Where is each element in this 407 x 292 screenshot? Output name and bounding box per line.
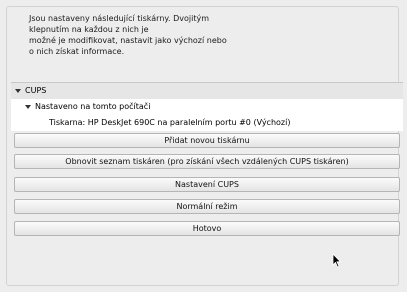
tree-item-printer-label: Tiskarna: HP DeskJet 690C na paralelním … bbox=[49, 118, 291, 127]
refresh-printers-button[interactable]: Obnovit seznam tiskáren (pro získání vše… bbox=[14, 154, 400, 169]
tree-item-cups-label: CUPS bbox=[25, 86, 47, 95]
printer-tree: CUPS Nastaveno na tomto počítači Tiskarn… bbox=[11, 82, 403, 131]
tree-item-local-label: Nastaveno na tomto počítači bbox=[35, 102, 151, 111]
add-printer-button[interactable]: Přidat novou tiskárnu bbox=[14, 133, 400, 148]
triangle-down-icon[interactable] bbox=[25, 104, 31, 109]
intro-line-2: klepnutím na každou z nich je bbox=[29, 25, 149, 34]
tree-item-cups[interactable]: CUPS bbox=[11, 83, 403, 99]
triangle-down-icon[interactable] bbox=[15, 88, 21, 93]
tree-item-printer[interactable]: Tiskarna: HP DeskJet 690C na paralelním … bbox=[11, 115, 403, 131]
intro-text: Jsou nastaveny následující tiskárny. Dvo… bbox=[29, 13, 279, 57]
cups-settings-button[interactable]: Nastavení CUPS bbox=[14, 177, 400, 192]
normal-mode-button[interactable]: Normální režim bbox=[14, 199, 400, 214]
tree-item-local[interactable]: Nastaveno na tomto počítači bbox=[11, 99, 403, 115]
done-button[interactable]: Hotovo bbox=[14, 221, 400, 236]
mouse-pointer-icon bbox=[332, 254, 342, 268]
intro-line-3: možné je modifikovat, nastavit jako vých… bbox=[29, 36, 227, 45]
intro-line-4: o nich získat informace. bbox=[29, 47, 125, 56]
intro-line-1: Jsou nastaveny následující tiskárny. Dvo… bbox=[29, 14, 209, 23]
